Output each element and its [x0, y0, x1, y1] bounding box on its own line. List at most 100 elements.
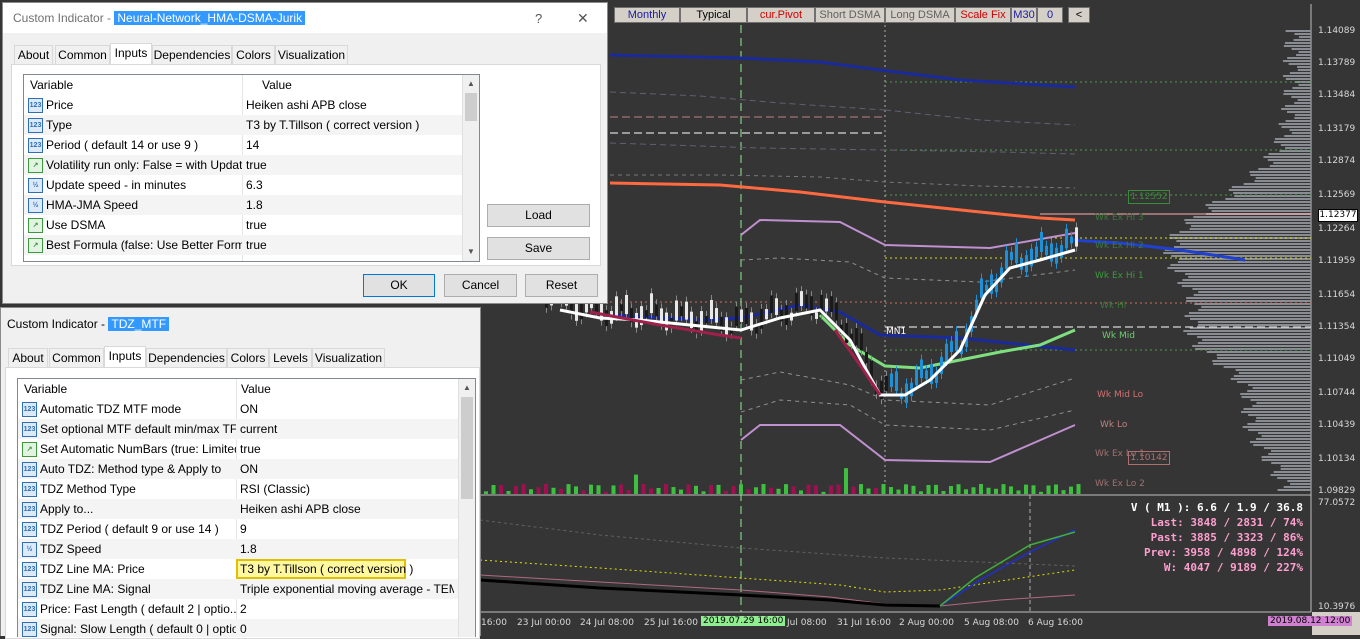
tab-levels[interactable]: Levels — [269, 348, 312, 367]
variable-name: TDZ Line MA: Signal — [40, 582, 151, 596]
variable-value[interactable]: 1.8 — [240, 539, 454, 559]
integer-icon: 123 — [22, 482, 37, 497]
level-label: Wk Ex Hi 1 — [1095, 271, 1144, 281]
input-row[interactable]: 123 Auto TDZ: Method type & Apply to ON — [18, 459, 458, 479]
tab-colors[interactable]: Colors — [232, 45, 275, 64]
level-label: Wk Ex Lo 1 — [1095, 449, 1145, 459]
variable-name: Period ( default 14 or use 9 ) — [46, 138, 199, 152]
time-cursor-label: 2019.07.29 16:00 — [701, 616, 786, 626]
sub-axis-bottom: 10.3976 — [1318, 602, 1356, 612]
input-row[interactable]: ½ TDZ Speed 1.8 — [18, 539, 458, 559]
integer-icon: 123 — [22, 602, 37, 617]
level-label: Wk Hi — [1100, 301, 1127, 311]
variable-name: Price — [46, 98, 74, 112]
tab-visualization[interactable]: Visualization — [312, 348, 385, 367]
input-row[interactable]: 123 Signal: Slow Length ( default 0 | opt… — [18, 619, 458, 637]
shift-value-button[interactable]: 0 — [1037, 7, 1063, 23]
input-row[interactable]: 123 Set optional MTF default min/max TF cu… — [18, 419, 458, 439]
monthly-button[interactable]: Monthly — [614, 7, 680, 23]
variable-value[interactable]: T3 by T.Tillson ( correct version ) — [246, 115, 458, 135]
reset-button[interactable]: Reset — [525, 274, 598, 297]
time-label: 5 Aug 08:00 — [964, 618, 1019, 628]
ok-button[interactable]: OK — [363, 274, 435, 297]
input-row[interactable]: ↗ Use DSMA true — [24, 215, 462, 235]
input-row[interactable]: 123 Price Heiken ashi APB close — [24, 95, 462, 115]
input-row[interactable]: ½ HMA-JMA Speed 1.8 — [24, 195, 462, 215]
long-dsma-button[interactable]: Long DSMA — [885, 7, 955, 23]
price-tick-label: 1.14089 — [1318, 26, 1356, 36]
variable-name: Type — [46, 118, 73, 132]
variable-value[interactable]: Heiken ashi APB close — [246, 95, 458, 115]
dialog-title-bar: Custom Indicator - TDZ_MTF — [1, 308, 480, 340]
tab-visualization[interactable]: Visualization — [275, 45, 348, 64]
variable-value[interactable]: ON — [240, 459, 454, 479]
short-dsma-button[interactable]: Short DSMA — [815, 7, 885, 23]
variable-value[interactable]: 9 — [240, 519, 454, 539]
column-header-value: Value — [241, 382, 271, 396]
tab-common[interactable]: Common — [55, 45, 110, 64]
variable-value[interactable]: 2 — [240, 599, 454, 619]
input-row[interactable]: 123 Period ( default 14 or use 9 ) 14 — [24, 135, 462, 155]
variable-value[interactable]: RSI (Classic) — [240, 479, 454, 499]
input-row[interactable]: 123 Automatic TDZ MTF mode ON — [18, 399, 458, 419]
tab-inputs[interactable]: Inputs — [104, 346, 146, 368]
tab-dependencies[interactable]: Dependencies — [146, 348, 227, 367]
variable-name: Update speed - in minutes — [46, 178, 187, 192]
input-row[interactable]: 123 TDZ Period ( default 9 or use 14 ) 9 — [18, 519, 458, 539]
price-tick-label: 1.11654 — [1318, 290, 1356, 300]
variable-value[interactable]: true — [240, 439, 454, 459]
tab-about[interactable]: About — [14, 45, 53, 64]
input-row[interactable]: 123 Apply to... Heiken ashi APB close — [18, 499, 458, 519]
close-icon[interactable]: ✕ — [577, 10, 589, 27]
vertical-scrollbar[interactable]: ▲ ▼ — [462, 75, 479, 261]
boolean-icon: ↗ — [28, 218, 43, 233]
input-row[interactable]: ½ Update speed - in minutes 6.3 — [24, 175, 462, 195]
variable-value[interactable]: 0 — [240, 619, 454, 637]
variable-value[interactable]: 6.3 — [246, 175, 458, 195]
price-tick-label: 1.11354 — [1318, 322, 1356, 332]
tab-dependencies[interactable]: Dependencies — [152, 45, 232, 64]
collapse-button[interactable]: < — [1068, 7, 1090, 23]
vertical-scrollbar[interactable]: ▲ — [458, 379, 475, 637]
scale-fix-button[interactable]: Scale Fix — [955, 7, 1011, 23]
column-header-variable: Variable — [30, 78, 74, 92]
timeframe-button[interactable]: M30 — [1011, 7, 1037, 23]
input-row[interactable]: 123 Type T3 by T.Tillson ( correct version… — [24, 115, 462, 135]
input-row[interactable]: ↗ Volatility run only: False = with Updat… — [24, 155, 462, 175]
variable-name: Set optional MTF default min/max TF — [40, 422, 236, 436]
tab-inputs[interactable]: Inputs — [110, 43, 152, 65]
input-row[interactable]: ↗ Set Automatic NumBars (true: Limited ..… — [18, 439, 458, 459]
input-row[interactable]: 123 TDZ Line MA: Signal Triple exponential… — [18, 579, 458, 599]
variable-value[interactable]: true — [246, 215, 458, 235]
time-label: 31 Jul 16:00 — [837, 618, 891, 628]
boolean-icon: ↗ — [28, 158, 43, 173]
save-button[interactable]: Save — [487, 237, 590, 260]
variable-value[interactable]: true — [246, 155, 458, 175]
variable-value[interactable]: 14 — [246, 135, 458, 155]
load-button[interactable]: Load — [487, 204, 590, 227]
tab-colors[interactable]: Colors — [227, 348, 269, 367]
variable-value[interactable]: Heiken ashi APB close — [240, 499, 454, 519]
stat-last: Last: 3848 / 2831 / 74% — [1150, 516, 1303, 529]
price-tick-label: 1.09829 — [1318, 486, 1356, 496]
variable-value[interactable]: 1.8 — [246, 195, 458, 215]
variable-value[interactable]: Triple exponential moving average - TEMA — [240, 579, 454, 599]
variable-value[interactable]: T3 by T.Tillson ( correct version ) — [240, 559, 454, 579]
input-row[interactable]: ↗Best Formula (false: Use Better Formul.… — [24, 235, 462, 255]
typical-button[interactable]: Typical — [680, 7, 747, 23]
variable-value[interactable]: true — [246, 235, 458, 255]
help-icon[interactable]: ? — [535, 11, 542, 26]
cancel-button[interactable]: Cancel — [444, 274, 517, 297]
time-label: Jul 08:00 — [787, 618, 827, 628]
input-row[interactable]: 123 Price: Fast Length ( default 2 | opti… — [18, 599, 458, 619]
cur-pivot-button[interactable]: cur.Pivot — [747, 7, 815, 23]
variable-value[interactable]: ON — [240, 399, 454, 419]
double-icon: ½ — [22, 542, 37, 557]
variable-name: Best Formula (false: Use Better Formul..… — [46, 238, 242, 252]
variable-value[interactable]: current — [240, 419, 454, 439]
input-row[interactable]: 123 TDZ Method Type RSI (Classic) — [18, 479, 458, 499]
tab-common[interactable]: Common — [49, 348, 104, 367]
variable-name: TDZ Line MA: Price — [40, 562, 145, 576]
input-row[interactable]: 123 TDZ Line MA: Price T3 by T.Tillson ( c… — [18, 559, 458, 579]
tab-about[interactable]: About — [8, 348, 48, 367]
